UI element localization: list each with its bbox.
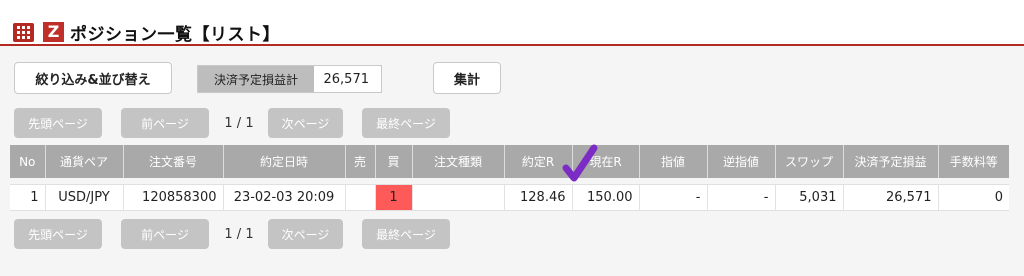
col-header-order-no[interactable]: 注文番号 — [123, 145, 224, 178]
page-title: ポジション一覧【リスト】 — [70, 25, 280, 45]
page-indicator: 1 / 1 — [224, 226, 254, 242]
page-header: Z ポジション一覧【リスト】 — [0, 0, 1024, 46]
cell-current-rate: 150.00 — [572, 183, 640, 211]
cell-datetime: 23-02-03 20:09 — [223, 183, 346, 211]
pager-top: 先頭ページ 前ページ 1 / 1 次ページ 最終ページ — [14, 108, 454, 138]
prev-page-button[interactable]: 前ページ — [121, 219, 209, 249]
prev-page-button[interactable]: 前ページ — [121, 108, 209, 138]
col-header-no[interactable]: No — [10, 145, 46, 178]
table-header-row: No 通貨ペア 注文番号 約定日時 売 買 注文種類 約定R 現在R 指値 逆指… — [10, 145, 1009, 178]
col-header-entry-rate[interactable]: 約定R — [504, 145, 573, 178]
col-header-sell[interactable]: 売 — [345, 145, 376, 178]
col-header-swap[interactable]: スワップ — [775, 145, 844, 178]
first-page-button[interactable]: 先頭ページ — [14, 108, 102, 138]
col-header-datetime[interactable]: 約定日時 — [223, 145, 346, 178]
pl-summary-value: 26,571 — [323, 71, 370, 87]
col-header-fee[interactable]: 手数料等 — [938, 145, 1009, 178]
col-header-current-rate[interactable]: 現在R — [572, 145, 640, 178]
cell-buy: 1 — [375, 183, 413, 211]
page-indicator: 1 / 1 — [224, 115, 254, 131]
last-page-button[interactable]: 最終ページ — [362, 108, 450, 138]
grid-menu-icon[interactable] — [13, 23, 34, 42]
col-header-buy[interactable]: 買 — [375, 145, 413, 178]
cell-swap: 5,031 — [775, 183, 844, 211]
col-header-order-type[interactable]: 注文種類 — [412, 145, 505, 178]
table-row[interactable]: 1 USD/JPY 120858300 23-02-03 20:09 1 128… — [10, 183, 1009, 211]
col-header-stop[interactable]: 逆指値 — [707, 145, 776, 178]
pl-summary-label: 決済予定損益計 — [198, 66, 314, 92]
col-header-pl[interactable]: 決済予定損益 — [843, 145, 939, 178]
cell-pl: 26,571 — [843, 183, 939, 211]
cell-sell — [345, 183, 376, 211]
cell-stop: - — [707, 183, 776, 211]
filter-sort-button[interactable]: 絞り込み&並び替え — [14, 62, 172, 94]
cell-no: 1 — [10, 183, 46, 211]
cell-pair: USD/JPY — [45, 183, 124, 211]
col-header-limit[interactable]: 指値 — [639, 145, 708, 178]
aggregate-button[interactable]: 集計 — [433, 62, 501, 94]
col-header-pair[interactable]: 通貨ペア — [45, 145, 124, 178]
next-page-button[interactable]: 次ページ — [268, 108, 343, 138]
position-table: No 通貨ペア 注文番号 約定日時 売 買 注文種類 約定R 現在R 指値 逆指… — [10, 145, 1009, 211]
z-logo-icon: Z — [43, 22, 64, 42]
cell-entry-rate: 128.46 — [504, 183, 573, 211]
pl-summary-box: 決済予定損益計 26,571 — [197, 65, 382, 93]
cell-order-type — [412, 183, 505, 211]
cell-limit: - — [639, 183, 708, 211]
pager-bottom: 先頭ページ 前ページ 1 / 1 次ページ 最終ページ — [14, 219, 454, 249]
last-page-button[interactable]: 最終ページ — [362, 219, 450, 249]
cell-fee: 0 — [938, 183, 1009, 211]
next-page-button[interactable]: 次ページ — [268, 219, 343, 249]
cell-order-no: 120858300 — [123, 183, 224, 211]
first-page-button[interactable]: 先頭ページ — [14, 219, 102, 249]
